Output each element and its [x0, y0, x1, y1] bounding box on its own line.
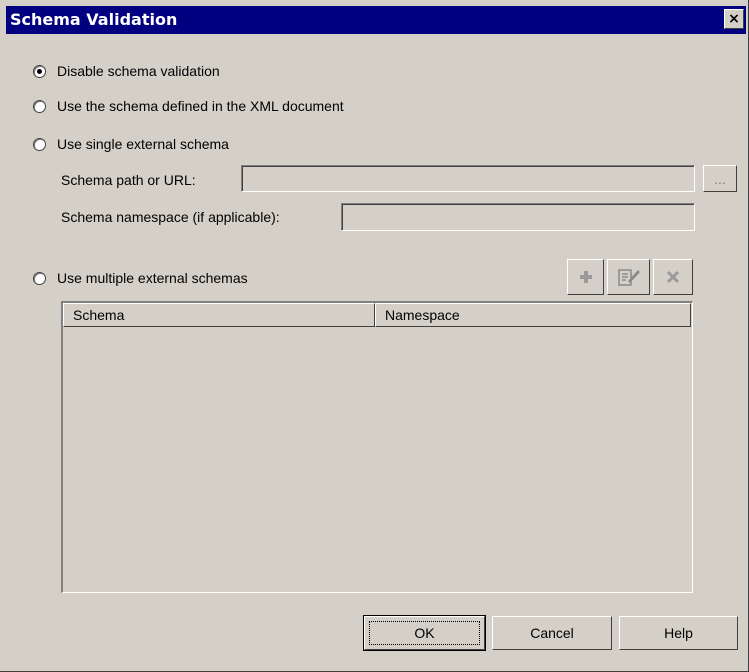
radio-label-use-xml: Use the schema defined in the XML docume… [57, 98, 344, 114]
delete-icon [666, 270, 680, 284]
ok-button[interactable]: OK [363, 615, 486, 651]
schemas-list[interactable]: Schema Namespace [61, 301, 693, 593]
radio-button-selected-icon[interactable] [33, 64, 46, 78]
radio-button-icon[interactable] [33, 137, 46, 151]
delete-schema-button[interactable] [653, 259, 693, 295]
schema-path-label: Schema path or URL: [61, 172, 196, 188]
radio-multiple-external-schemas[interactable]: Use multiple external schemas [33, 270, 248, 286]
radio-button-icon[interactable] [33, 271, 46, 285]
schema-namespace-label: Schema namespace (if applicable): [61, 209, 280, 225]
dialog-title: Schema Validation [10, 10, 178, 29]
ellipsis-icon: ... [714, 170, 726, 187]
radio-label-multiple: Use multiple external schemas [57, 270, 248, 286]
schema-validation-dialog: Schema Validation × Disable schema valid… [0, 0, 749, 672]
schema-namespace-input[interactable] [341, 203, 695, 231]
schema-path-input[interactable] [241, 165, 695, 192]
edit-icon [617, 269, 640, 286]
plus-icon [579, 271, 592, 283]
close-icon: × [728, 11, 740, 27]
edit-schema-button[interactable] [607, 259, 650, 295]
radio-label-single: Use single external schema [57, 136, 229, 152]
radio-label-disable: Disable schema validation [57, 63, 220, 79]
title-bar[interactable]: Schema Validation × [6, 6, 746, 34]
radio-use-xml-schema[interactable]: Use the schema defined in the XML docume… [33, 98, 344, 114]
radio-button-icon[interactable] [33, 99, 46, 113]
cancel-button[interactable]: Cancel [492, 616, 612, 650]
radio-disable-validation[interactable]: Disable schema validation [33, 63, 220, 79]
add-schema-button[interactable] [567, 259, 604, 295]
column-header-schema[interactable]: Schema [63, 303, 375, 327]
column-header-namespace[interactable]: Namespace [375, 303, 691, 327]
help-button[interactable]: Help [619, 616, 738, 650]
close-button[interactable]: × [724, 9, 744, 29]
browse-button[interactable]: ... [703, 165, 737, 192]
radio-single-external-schema[interactable]: Use single external schema [33, 136, 229, 152]
